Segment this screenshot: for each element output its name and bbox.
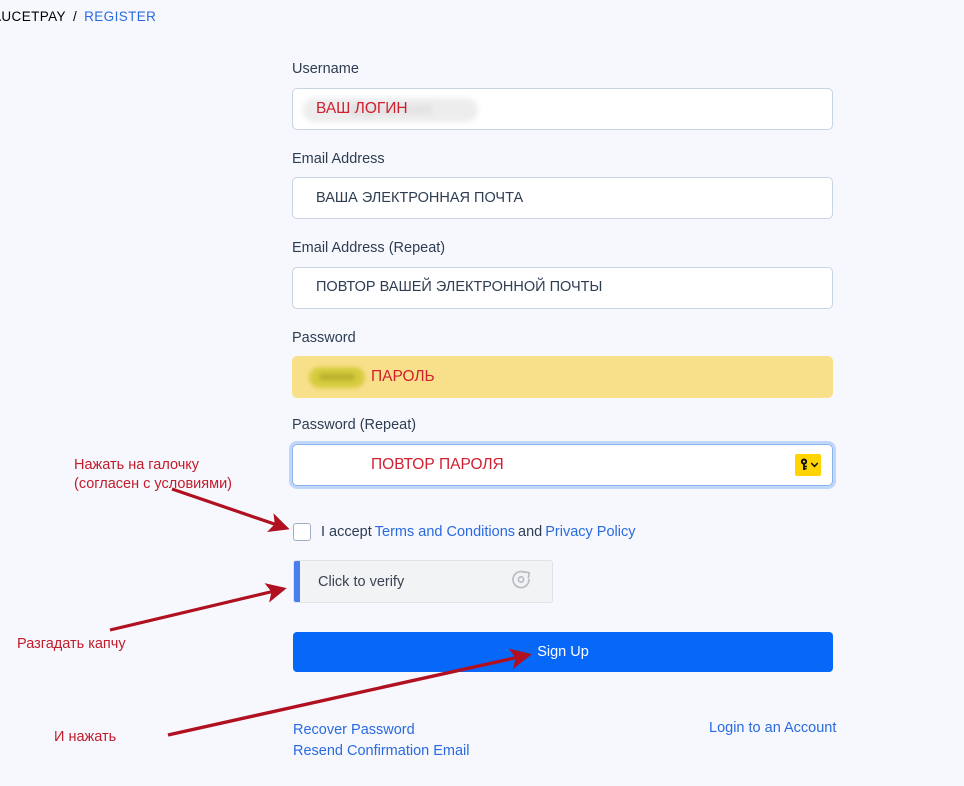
input-username[interactable]: @gmail.com ВАШ ЛОГИН [292, 87, 833, 130]
input-email[interactable]: ВАША ЭЛЕКТРОННАЯ ПОЧТА [292, 177, 833, 219]
arrow-to-captcha [109, 583, 287, 632]
accept-terms-checkbox[interactable] [293, 523, 311, 541]
field-email: Email Address ВАША ЭЛЕКТРОННАЯ ПОЧТА [292, 150, 833, 219]
annotation-press: И нажать [54, 729, 117, 745]
privacy-policy-link[interactable]: Privacy Policy [545, 524, 635, 540]
annotation-captcha: Разгадать капчу [17, 636, 126, 652]
input-password[interactable]: ПАРОЛЬ [292, 356, 833, 398]
resend-confirmation-link[interactable]: Resend Confirmation Email [293, 741, 470, 762]
captcha-label: Click to verify [318, 573, 405, 590]
input-email-repeat[interactable]: ПОВТОР ВАШЕЙ ЭЛЕКТРОННОЙ ПОЧТЫ [292, 266, 833, 309]
field-password: Password ПАРОЛЬ [292, 329, 833, 398]
label-email: Email Address [292, 150, 385, 167]
captcha-accent-bar [294, 561, 300, 602]
terms-row: I accept Terms and Conditions and Privac… [293, 523, 638, 541]
footer-links-right: Login to an Account [709, 720, 836, 736]
input-password-repeat-value: ПОВТОР ПАРОЛЯ [371, 455, 504, 473]
captcha-widget[interactable]: Click to verify [293, 560, 553, 603]
input-email-value: ВАША ЭЛЕКТРОННАЯ ПОЧТА [316, 189, 524, 206]
breadcrumb-root[interactable]: AUCETPAY [0, 9, 66, 24]
breadcrumb-separator: / [72, 9, 78, 24]
sign-up-button[interactable]: Sign Up [293, 632, 833, 672]
and-label: and [518, 524, 543, 540]
login-to-account-link[interactable]: Login to an Account [709, 720, 836, 736]
annotation-terms-line1: Нажать на галочку [74, 457, 200, 473]
input-username-value: ВАШ ЛОГИН [316, 99, 408, 117]
label-email-repeat: Email Address (Repeat) [292, 240, 446, 256]
input-email-repeat-value: ПОВТОР ВАШЕЙ ЭЛЕКТРОННОЙ ПОЧТЫ [316, 279, 603, 296]
password-manager-key-icon[interactable] [795, 453, 821, 476]
arrow-to-checkbox [171, 487, 290, 532]
label-password: Password [292, 329, 356, 346]
input-password-repeat[interactable]: ПОВТОР ПАРОЛЯ [292, 443, 833, 486]
breadcrumb: AUCETPAY / REGISTER [0, 9, 156, 24]
field-email-repeat: Email Address (Repeat) ПОВТОР ВАШЕЙ ЭЛЕК… [292, 241, 833, 309]
accept-label: I accept [321, 524, 372, 540]
label-username: Username [292, 61, 359, 77]
input-password-value: ПАРОЛЬ [371, 368, 435, 386]
registration-form: Username @gmail.com ВАШ ЛОГИН Email Addr… [292, 62, 833, 486]
annotation-terms-line2: (согласен с условиями) [74, 476, 233, 492]
breadcrumb-current-register[interactable]: REGISTER [84, 9, 156, 24]
label-password-repeat: Password (Repeat) [292, 417, 417, 433]
footer-links-left: Recover Password Resend Confirmation Ema… [293, 720, 470, 762]
field-password-repeat: Password (Repeat) ПОВТОР ПАРОЛЯ [292, 418, 833, 486]
field-username: Username @gmail.com ВАШ ЛОГИН [292, 62, 833, 130]
annotation-terms: Нажать на галочку (согласен с условиями) [74, 456, 232, 494]
terms-and-conditions-link[interactable]: Terms and Conditions [375, 524, 515, 540]
recover-password-link[interactable]: Recover Password [293, 720, 470, 741]
refresh-circle-icon [510, 568, 532, 595]
